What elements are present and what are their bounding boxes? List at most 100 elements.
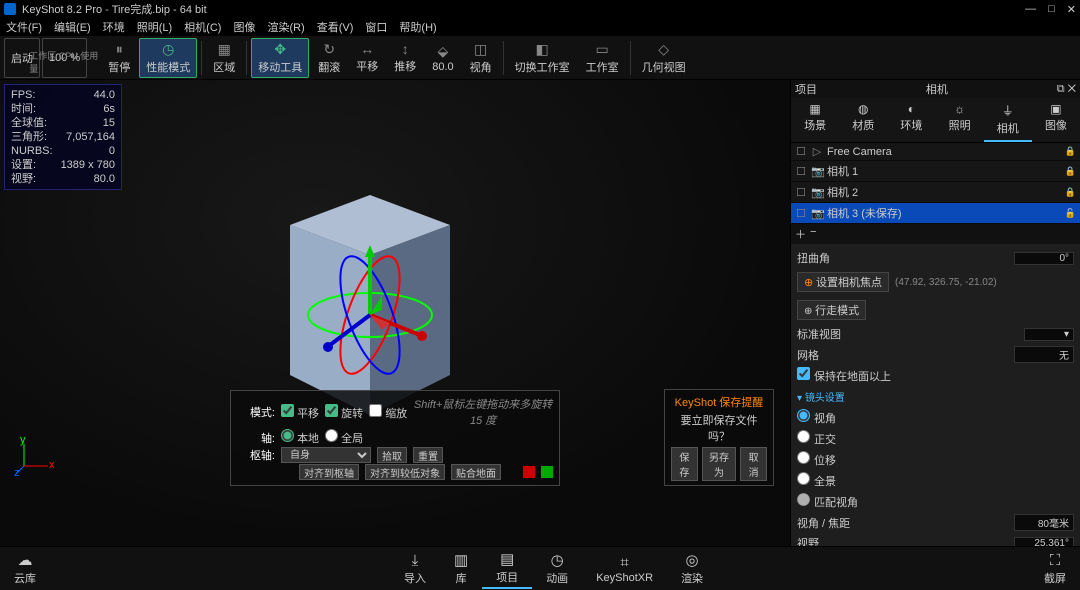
menu-lighting[interactable]: 照明(L)	[137, 19, 172, 35]
camera-item-3[interactable]: ☐📷相机 3 (未保存)🔓	[791, 203, 1080, 224]
btab-cloud[interactable]: ☁云库	[0, 549, 50, 589]
tab-scene[interactable]: ▦场景	[791, 98, 839, 142]
move-tool-button[interactable]: ✥移动工具	[251, 38, 309, 78]
axis-indicator: y x z	[14, 436, 54, 476]
btab-project[interactable]: ▤项目	[482, 549, 532, 589]
set-focus-button[interactable]: ⊕ 设置相机焦点	[797, 272, 889, 292]
tab-environment[interactable]: ◐环境	[887, 98, 935, 142]
region-button[interactable]: ▦区域	[206, 38, 242, 78]
transform-hud: 模式: 平移 旋转 缩放 Shift+鼠标左键拖动来多旋转 15 度 轴: 本地…	[230, 390, 560, 486]
snap-ground-button[interactable]: 贴合地面	[451, 464, 501, 480]
menu-edit[interactable]: 编辑(E)	[54, 19, 91, 35]
add-camera-icon[interactable]: ＋	[795, 226, 806, 242]
pan-button[interactable]: ↔平移	[349, 38, 385, 78]
svg-text:x: x	[49, 459, 54, 471]
window-title: KeyShot 8.2 Pro - Tire完成.bip - 64 bit	[22, 1, 1025, 17]
render-viewport[interactable]: FPS:44.0时间:6s全球值:15三角形:7,057,164NURBS:0设…	[0, 80, 790, 546]
walk-mode-button[interactable]: ⊕ 行走模式	[797, 300, 866, 320]
fov-input[interactable]: 25.361°	[1014, 537, 1074, 547]
camera-item-free[interactable]: ☐▷Free Camera🔒	[791, 143, 1080, 161]
snap-pivot-button[interactable]: 对齐到枢轴	[299, 464, 359, 480]
cancel-icon[interactable]	[523, 466, 535, 478]
project-panel: 项目 相机 ⧉ ✕ ▦场景 ◍材质 ◐环境 ☼照明 ⏚相机 ▣图像 ☐▷Free…	[790, 80, 1080, 546]
camera-list: ☐▷Free Camera🔒 ☐📷相机 1🔒 ☐📷相机 2🔒 ☐📷相机 3 (未…	[791, 143, 1080, 244]
tab-lighting[interactable]: ☼照明	[936, 98, 984, 142]
svg-text:z: z	[14, 467, 20, 476]
dialog-title: KeyShot 保存提醒	[671, 394, 767, 410]
stdview-select[interactable]: ▾	[1024, 328, 1074, 341]
performance-mode-button[interactable]: ◷性能模式	[139, 38, 197, 78]
save-button[interactable]: 保存	[671, 447, 698, 481]
menubar: 文件(F) 编辑(E) 环境 照明(L) 相机(C) 图像 渲染(R) 查看(V…	[0, 18, 1080, 36]
remove-camera-icon[interactable]: −	[810, 226, 816, 242]
panel-popout-icon[interactable]: ⧉ ✕	[1057, 83, 1076, 96]
geometry-view-button[interactable]: ◇几何视图	[635, 38, 693, 78]
tab-camera[interactable]: ⏚相机	[984, 98, 1032, 142]
btab-import[interactable]: ⤓导入	[390, 549, 440, 589]
dialog-message: 要立即保存文件吗？	[671, 412, 767, 444]
axis-global[interactable]: 全局	[325, 429, 363, 446]
pause-button[interactable]: ⏸暂停	[101, 38, 137, 78]
maximize-button[interactable]: □	[1048, 3, 1055, 16]
mode-rotate[interactable]: 旋转	[325, 404, 363, 421]
project-tabs: ▦场景 ◍材质 ◐环境 ☼照明 ⏚相机 ▣图像	[791, 98, 1080, 143]
axis-local[interactable]: 本地	[281, 429, 319, 446]
btab-xr[interactable]: ⌗KeyShotXR	[582, 549, 667, 589]
lens-section[interactable]: 镜头设置	[797, 386, 1074, 407]
snap-lower-button[interactable]: 对齐到较低对象	[365, 464, 445, 480]
pivot-select[interactable]: 自身	[281, 447, 371, 463]
perspective-button[interactable]: ◫视角	[463, 38, 499, 78]
focus-coords: (47.92, 326.75, -21.02)	[895, 277, 997, 288]
svg-text:y: y	[20, 436, 26, 446]
render-stats: FPS:44.0时间:6s全球值:15三角形:7,057,164NURBS:0设…	[4, 84, 122, 190]
lens-perspective[interactable]: 视角	[797, 409, 836, 426]
confirm-icon[interactable]	[541, 466, 553, 478]
save-as-button[interactable]: 另存为	[702, 447, 736, 481]
switch-studio-button[interactable]: ◧切换工作室	[508, 38, 577, 78]
close-button[interactable]: ✕	[1067, 3, 1076, 16]
mode-pan[interactable]: 平移	[281, 404, 319, 421]
menu-camera[interactable]: 相机(C)	[184, 19, 221, 35]
menu-view[interactable]: 查看(V)	[317, 19, 354, 35]
menu-image[interactable]: 图像	[233, 19, 255, 35]
lens-shift[interactable]: 位移	[797, 451, 836, 468]
menu-help[interactable]: 帮助(H)	[399, 19, 436, 35]
titlebar: KeyShot 8.2 Pro - Tire完成.bip - 64 bit — …	[0, 0, 1080, 18]
menu-render[interactable]: 渲染(R)	[267, 19, 304, 35]
lens-match: 匹配视角	[797, 493, 858, 510]
dolly-button[interactable]: ↕推移	[387, 38, 423, 78]
lens-orthographic[interactable]: 正交	[797, 430, 836, 447]
tab-image[interactable]: ▣图像	[1032, 98, 1080, 142]
cancel-button[interactable]: 取消	[740, 447, 767, 481]
main-toolbar: 启动 100 % 工作区 CPU 使用量 ⏸暂停 ◷性能模式 ▦区域 ✥移动工具…	[0, 36, 1080, 80]
keep-above-checkbox[interactable]: 保持在地面以上	[797, 367, 891, 384]
camera-properties: 扭曲角0° ⊕ 设置相机焦点(47.92, 326.75, -21.02) ⊕ …	[791, 244, 1080, 546]
app-logo	[4, 3, 16, 15]
lens-panoramic[interactable]: 全景	[797, 472, 836, 489]
panel-title-project: 项目	[795, 81, 817, 97]
menu-file[interactable]: 文件(F)	[6, 19, 42, 35]
tab-material[interactable]: ◍材质	[839, 98, 887, 142]
grid-select[interactable]: 无	[1014, 346, 1074, 363]
menu-environment[interactable]: 环境	[103, 19, 125, 35]
focal-length-input[interactable]: 80毫米	[1014, 514, 1074, 531]
cpu-label: 工作区 CPU 使用量	[29, 49, 99, 77]
studio-button[interactable]: ▭工作室	[579, 38, 626, 78]
reset-pivot-button[interactable]: 重置	[413, 447, 443, 463]
fov-value[interactable]: ⬙80.0	[425, 38, 460, 78]
btab-library[interactable]: ▥库	[440, 549, 482, 589]
panel-title-camera: 相机	[926, 81, 948, 97]
save-reminder-dialog: KeyShot 保存提醒 要立即保存文件吗？ 保存 另存为 取消	[664, 389, 774, 486]
pick-pivot-button[interactable]: 拾取	[377, 447, 407, 463]
mode-scale[interactable]: 缩放	[369, 404, 407, 421]
btab-screenshot[interactable]: ⛶截屏	[1030, 549, 1080, 589]
camera-item-1[interactable]: ☐📷相机 1🔒	[791, 161, 1080, 182]
distortion-input[interactable]: 0°	[1014, 252, 1074, 265]
minimize-button[interactable]: —	[1025, 3, 1036, 16]
tumble-button[interactable]: ↻翻滚	[311, 38, 347, 78]
menu-window[interactable]: 窗口	[365, 19, 387, 35]
btab-animation[interactable]: ◷动画	[532, 549, 582, 589]
bottom-tabs: ☁云库 ⤓导入 ▥库 ▤项目 ◷动画 ⌗KeyShotXR ◎渲染 ⛶截屏	[0, 546, 1080, 590]
btab-render[interactable]: ◎渲染	[667, 549, 717, 589]
camera-item-2[interactable]: ☐📷相机 2🔒	[791, 182, 1080, 203]
